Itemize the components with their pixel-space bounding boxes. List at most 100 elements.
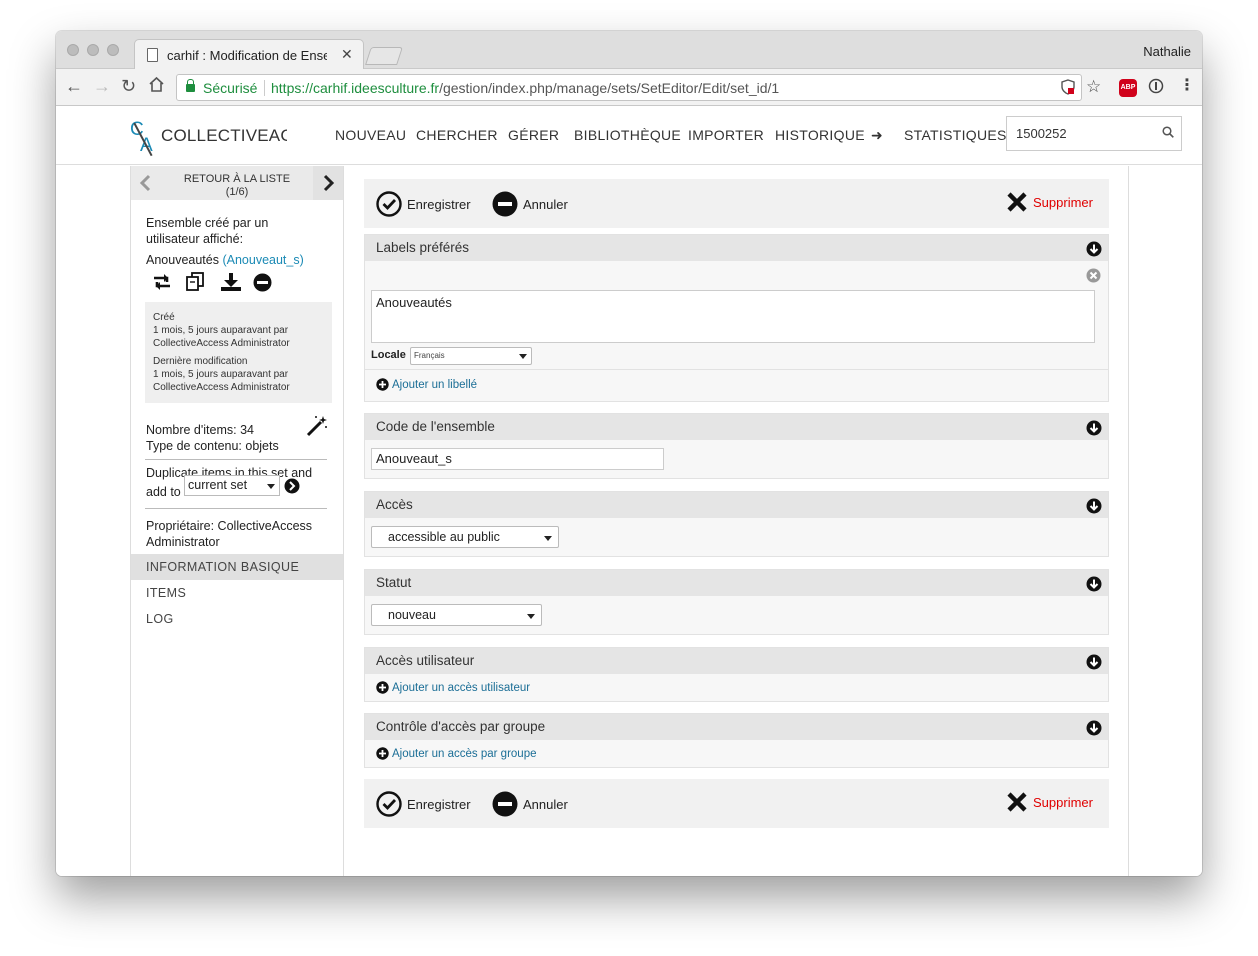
created-by-label: Ensemble créé par un utilisateur affiché… [146,216,269,246]
set-code-field[interactable]: Anouveaut_s [371,448,664,470]
nav-importer[interactable]: IMPORTER [688,127,764,143]
nav-historique[interactable]: HISTORIQUE [775,127,865,143]
nav-gerer[interactable]: GÉRER [508,127,559,143]
label-textarea[interactable]: Anouveautés [371,290,1095,343]
cancel-button[interactable]: Annuler [492,791,568,817]
duplicate-icon[interactable] [185,272,207,292]
panel-preferred-labels: Labels préférés Anouveautés Locale Franç… [364,234,1109,402]
remove-label-icon[interactable] [1086,268,1101,283]
delete-x-icon [1007,192,1027,212]
save-button[interactable]: Enregistrer [376,191,471,217]
forward-arrow-icon[interactable]: → [93,77,111,95]
nav-bibliotheque[interactable]: BIBLIOTHÈQUE [574,127,681,143]
collapse-toggle-icon[interactable] [1086,498,1102,514]
bookmark-star-icon[interactable]: ☆ [1086,78,1101,96]
access-select[interactable]: accessible au public [371,526,559,548]
divider [145,508,327,509]
back-to-list-link[interactable]: RETOUR À LA LISTE (1/6) [161,173,313,199]
modified-label: Dernière modification [153,356,248,367]
check-circle-icon [376,191,402,217]
logo-text[interactable]: COLLECTIVEACCESS [161,126,287,146]
panel-title: Labels préférés [376,240,470,255]
back-arrow-icon[interactable]: ← [65,77,83,95]
collapse-toggle-icon[interactable] [1086,576,1102,592]
nav-chercher[interactable]: CHERCHER [416,127,498,143]
add-group-access-link[interactable]: Ajouter un accès par groupe [376,747,536,760]
duplicate-target-select[interactable]: current set [184,475,280,496]
previous-arrow-icon[interactable] [131,166,161,200]
profile-name[interactable]: Nathalie [1143,44,1191,59]
nav-statistiques[interactable]: STATISTIQUES [904,127,1007,143]
go-arrow-icon[interactable] [284,478,300,494]
browser-tab[interactable]: carhif : Modification de Ensemble ✕ [134,39,364,70]
panel-header: Contrôle d'accès par groupe [365,714,1108,740]
collapse-toggle-icon[interactable] [1086,420,1102,436]
browser-window: carhif : Modification de Ensemble ✕ Nath… [56,31,1202,876]
minimize-window-button[interactable] [87,44,99,56]
delete-button[interactable]: Supprimer [1006,791,1093,813]
owner-label: Propriétaire: CollectiveAccess Administr… [146,519,313,549]
url-text[interactable]: https://carhif.ideesculture.fr/gestion/i… [271,80,779,96]
add-user-access-link[interactable]: Ajouter un accès utilisateur [376,681,530,694]
close-tab-icon[interactable]: ✕ [341,46,353,63]
collapse-toggle-icon[interactable] [1086,654,1102,670]
cancel-button[interactable]: Annuler [492,191,568,217]
plus-circle-icon [376,378,389,391]
reload-icon[interactable]: ↻ [121,77,136,95]
ca-logo-icon[interactable]: C A [130,119,158,157]
close-window-button[interactable] [67,44,79,56]
address-bar[interactable]: Sécurisé https://carhif.ideesculture.fr/… [176,74,1101,101]
divider [365,369,1108,370]
save-button[interactable]: Enregistrer [376,791,471,817]
panel-header: Labels préférés [365,235,1108,261]
download-icon[interactable] [220,272,242,292]
collapse-toggle-icon[interactable] [1086,241,1102,257]
created-label: Créé [153,312,175,323]
search-icon[interactable] [1162,126,1174,138]
page-info-icon[interactable] [1061,79,1075,100]
menu-kebab-icon[interactable]: ⋮ [1179,77,1195,95]
nav-nouveau[interactable]: NOUVEAU [335,127,406,143]
nav-arrow-icon[interactable]: ➜ [871,127,883,144]
status-select[interactable]: nouveau [371,604,542,626]
set-code-link[interactable]: (Anouveaut_s) [222,253,303,267]
home-icon[interactable] [148,76,165,96]
panel-user-access: Accès utilisateur Ajouter un accès utili… [364,647,1109,702]
plus-circle-icon [376,681,389,694]
extension-icon[interactable] [1148,78,1164,99]
search-input[interactable] [1007,117,1155,150]
rotate-icon[interactable] [151,273,173,291]
chevron-down-icon [267,484,275,489]
set-name: Anouveautés (Anouveaut_s) [146,253,304,267]
remove-set-icon[interactable] [253,273,272,292]
maximize-window-button[interactable] [107,44,119,56]
top-action-bar: Enregistrer Annuler Supprimer [364,179,1109,228]
panel-group-access: Contrôle d'accès par groupe Ajouter un a… [364,713,1109,768]
panel-header: Statut [365,570,1108,596]
adblock-icon[interactable]: ABP [1119,79,1137,97]
panel-header: Accès utilisateur [365,648,1108,674]
chevron-down-icon [544,536,552,541]
chevron-down-icon [519,354,527,359]
modified-value: 1 mois, 5 jours auparavant par Collectiv… [153,369,290,393]
content-type: Type de contenu: objets [146,439,279,453]
collapse-toggle-icon[interactable] [1086,720,1102,736]
quick-search [1006,116,1182,151]
add-label-link[interactable]: Ajouter un libellé [376,378,477,391]
browser-toolbar: ← → ↻ Sécurisé https://carhif.ideescultu… [56,69,1202,106]
bottom-action-bar: Enregistrer Annuler Supprimer [364,779,1109,828]
magic-wand-icon[interactable] [305,414,329,438]
new-tab-button[interactable] [365,47,403,65]
page-viewport: C A COLLECTIVEACCESS NOUVEAU CHERCHER GÉ… [56,107,1202,876]
sidebar-item-log[interactable]: LOG [131,606,343,632]
delete-button[interactable]: Supprimer [1006,191,1093,213]
created-value: 1 mois, 5 jours auparavant par Collectiv… [153,325,290,349]
sidebar-item-information-basique[interactable]: INFORMATION BASIQUE [131,554,343,580]
panel-header: Code de l'ensemble [365,414,1108,440]
panel-header: Accès [365,492,1108,518]
locale-select[interactable]: Français [410,347,532,365]
sidebar-item-items[interactable]: ITEMS [131,580,343,606]
next-arrow-icon[interactable] [313,166,343,200]
document-icon [147,48,158,62]
plus-circle-icon [376,747,389,760]
